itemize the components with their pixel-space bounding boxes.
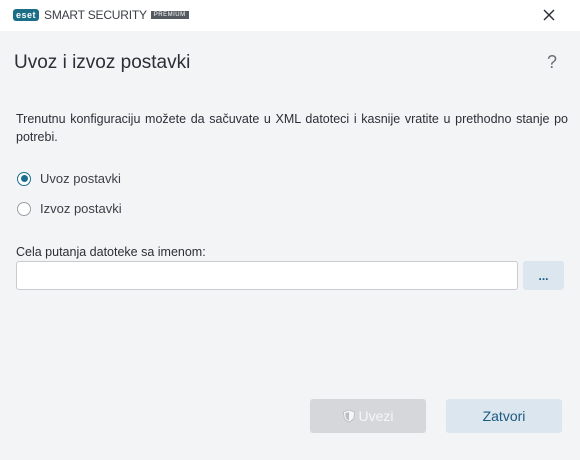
close-button[interactable] <box>542 8 556 22</box>
eset-logo: eset <box>13 9 40 21</box>
path-field-label: Cela putanja datoteke sa imenom: <box>16 245 206 259</box>
product-name: SMART SECURITY <box>44 8 147 22</box>
radio-import-control[interactable] <box>17 171 31 186</box>
radio-export-label: Izvoz postavki <box>40 201 122 216</box>
import-button[interactable]: Uvezi <box>310 399 426 433</box>
close-dialog-button[interactable]: Zatvori <box>446 399 562 433</box>
page-title: Uvoz i izvoz postavki <box>14 52 191 73</box>
import-button-label: Uvezi <box>358 408 394 424</box>
shield-icon <box>343 409 356 423</box>
edition-badge: PREMIUM <box>150 11 189 19</box>
help-icon[interactable]: ? <box>547 52 557 73</box>
title-bar: eset SMART SECURITY PREMIUM <box>0 0 580 31</box>
browse-button[interactable]: ... <box>523 261 564 290</box>
close-icon <box>543 9 555 21</box>
file-path-input[interactable] <box>16 261 518 290</box>
radio-export[interactable]: Izvoz postavki <box>17 201 122 216</box>
description-text: Trenutnu konfiguraciju možete da sačuvat… <box>16 112 568 144</box>
app-logo: eset SMART SECURITY PREMIUM <box>13 8 189 22</box>
radio-import-label: Uvoz postavki <box>40 171 121 186</box>
radio-import[interactable]: Uvoz postavki <box>17 171 121 186</box>
radio-export-control[interactable] <box>17 201 31 216</box>
